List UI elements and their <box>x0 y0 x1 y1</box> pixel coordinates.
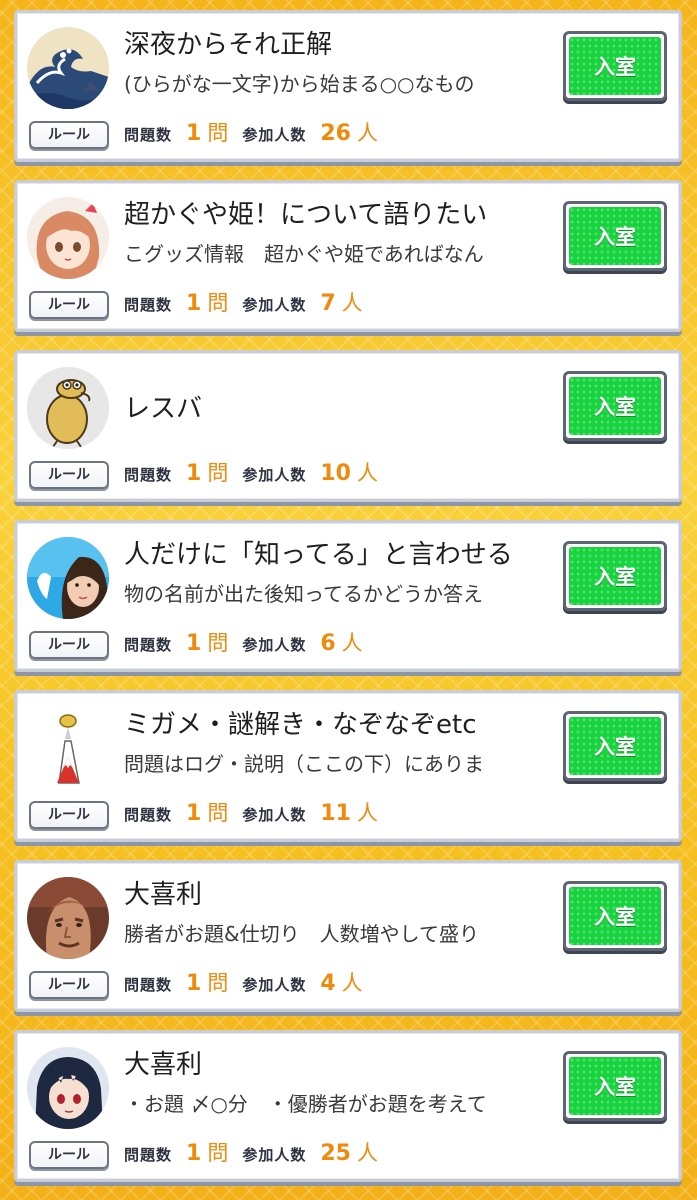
question-unit: 問 <box>207 1141 229 1165</box>
participant-unit: 人 <box>356 1141 378 1165</box>
great-wave-icon <box>27 27 109 109</box>
participant-count: 25 <box>320 1141 351 1166</box>
room-card: 深夜からそれ正解 (ひらがな一文字)から始まる○○なもの ルール 問題数 1 問… <box>14 10 682 166</box>
anime-boy-icon <box>27 1047 109 1129</box>
rule-button[interactable]: ルール <box>29 291 109 319</box>
room-description: 勝者がお題&仕切り 人数増やして盛り <box>124 919 544 949</box>
question-unit: 問 <box>207 801 229 825</box>
rule-button[interactable]: ルール <box>29 121 109 149</box>
woman-photo-icon <box>27 537 109 619</box>
question-count: 1 <box>186 971 202 996</box>
question-count: 1 <box>186 631 202 656</box>
question-unit: 問 <box>207 121 229 145</box>
question-unit: 問 <box>207 291 229 315</box>
room-title: 超かぐや姫！について語りたい <box>124 200 488 230</box>
participant-count-label: 参加人数 <box>242 1146 307 1164</box>
enter-room-label: 入室 <box>569 717 661 775</box>
room-stats: 問題数 1 問 参加人数 6 人 <box>124 627 377 663</box>
room-description: ・お題 〆○分 ・優勝者がお題を考えて <box>124 1089 544 1119</box>
room-card: 大喜利 ・お題 〆○分 ・優勝者がお題を考えて ルール 問題数 1 問 参加人数… <box>14 1030 682 1186</box>
enter-room-button[interactable]: 入室 <box>563 31 667 101</box>
room-list: 深夜からそれ正解 (ひらがな一文字)から始まる○○なもの ルール 問題数 1 問… <box>0 0 697 1200</box>
room-stats: 問題数 1 問 参加人数 25 人 <box>124 1137 392 1173</box>
room-description: 問題はログ・説明（ここの下）にありま <box>124 749 544 779</box>
mount-fuji-icon <box>27 707 109 789</box>
question-count-label: 問題数 <box>124 466 173 484</box>
room-stats: 問題数 1 問 参加人数 4 人 <box>124 967 377 1003</box>
participant-unit: 人 <box>356 801 378 825</box>
participant-count: 4 <box>320 971 336 996</box>
enter-room-button[interactable]: 入室 <box>563 881 667 951</box>
question-count-label: 問題数 <box>124 296 173 314</box>
participant-count-label: 参加人数 <box>242 806 307 824</box>
participant-unit: 人 <box>341 291 363 315</box>
participant-count-label: 参加人数 <box>242 296 307 314</box>
enter-room-label: 入室 <box>569 887 661 945</box>
question-count: 1 <box>186 121 202 146</box>
question-count: 1 <box>186 291 202 316</box>
participant-unit: 人 <box>341 631 363 655</box>
question-unit: 問 <box>207 461 229 485</box>
room-stats: 問題数 1 問 参加人数 11 人 <box>124 797 392 833</box>
participant-count-label: 参加人数 <box>242 636 307 654</box>
room-stats: 問題数 1 問 参加人数 26 人 <box>124 117 392 153</box>
anime-girl-icon <box>27 197 109 279</box>
question-count-label: 問題数 <box>124 976 173 994</box>
room-stats: 問題数 1 問 参加人数 7 人 <box>124 287 377 323</box>
room-card: ミガメ・謎解き・なぞなぞetc 問題はログ・説明（ここの下）にありま ルール 問… <box>14 690 682 846</box>
rule-button[interactable]: ルール <box>29 1141 109 1169</box>
participant-count: 26 <box>320 121 351 146</box>
question-unit: 問 <box>207 971 229 995</box>
question-count: 1 <box>186 461 202 486</box>
room-title: 大喜利 <box>124 1050 203 1080</box>
participant-count-label: 参加人数 <box>242 976 307 994</box>
enter-room-label: 入室 <box>569 377 661 435</box>
participant-unit: 人 <box>356 121 378 145</box>
question-count: 1 <box>186 1141 202 1166</box>
enter-room-button[interactable]: 入室 <box>563 711 667 781</box>
room-card: 大喜利 勝者がお題&仕切り 人数増やして盛り ルール 問題数 1 問 参加人数 … <box>14 860 682 1016</box>
enter-room-label: 入室 <box>569 207 661 265</box>
rule-button[interactable]: ルール <box>29 801 109 829</box>
question-count-label: 問題数 <box>124 1146 173 1164</box>
enter-room-label: 入室 <box>569 1057 661 1115</box>
enter-room-button[interactable]: 入室 <box>563 541 667 611</box>
enter-room-button[interactable]: 入室 <box>563 371 667 441</box>
rule-button[interactable]: ルール <box>29 461 109 489</box>
participant-count: 7 <box>320 291 336 316</box>
rule-button[interactable]: ルール <box>29 631 109 659</box>
room-description: (ひらがな一文字)から始まる○○なもの <box>124 69 544 99</box>
participant-count: 11 <box>320 801 351 826</box>
statue-face-icon <box>27 877 109 959</box>
enter-room-label: 入室 <box>569 547 661 605</box>
room-title: 大喜利 <box>124 880 203 910</box>
enter-room-label: 入室 <box>569 37 661 95</box>
room-card: レスバ ルール 問題数 1 問 参加人数 10 人 入室 <box>14 350 682 506</box>
room-title: ミガメ・謎解き・なぞなぞetc <box>124 710 477 740</box>
participant-count-label: 参加人数 <box>242 466 307 484</box>
room-title: 人だけに「知ってる」と言わせる <box>124 540 513 570</box>
participant-unit: 人 <box>356 461 378 485</box>
question-count: 1 <box>186 801 202 826</box>
participant-count: 6 <box>320 631 336 656</box>
room-stats: 問題数 1 問 参加人数 10 人 <box>124 457 392 493</box>
room-card: 人だけに「知ってる」と言わせる 物の名前が出た後知ってるかどうか答え ルール 問… <box>14 520 682 676</box>
question-unit: 問 <box>207 631 229 655</box>
room-description: 物の名前が出た後知ってるかどうか答え <box>124 579 544 609</box>
rule-button[interactable]: ルール <box>29 971 109 999</box>
room-description: こグッズ情報 超かぐや姫であればなん <box>124 239 544 269</box>
bird-character-icon <box>27 367 109 449</box>
question-count-label: 問題数 <box>124 806 173 824</box>
enter-room-button[interactable]: 入室 <box>563 201 667 271</box>
room-card: 超かぐや姫！について語りたい こグッズ情報 超かぐや姫であればなん ルール 問題… <box>14 180 682 336</box>
participant-count: 10 <box>320 461 351 486</box>
participant-count-label: 参加人数 <box>242 126 307 144</box>
question-count-label: 問題数 <box>124 126 173 144</box>
question-count-label: 問題数 <box>124 636 173 654</box>
room-title: レスバ <box>124 394 203 424</box>
enter-room-button[interactable]: 入室 <box>563 1051 667 1121</box>
participant-unit: 人 <box>341 971 363 995</box>
room-title: 深夜からそれ正解 <box>124 30 333 60</box>
